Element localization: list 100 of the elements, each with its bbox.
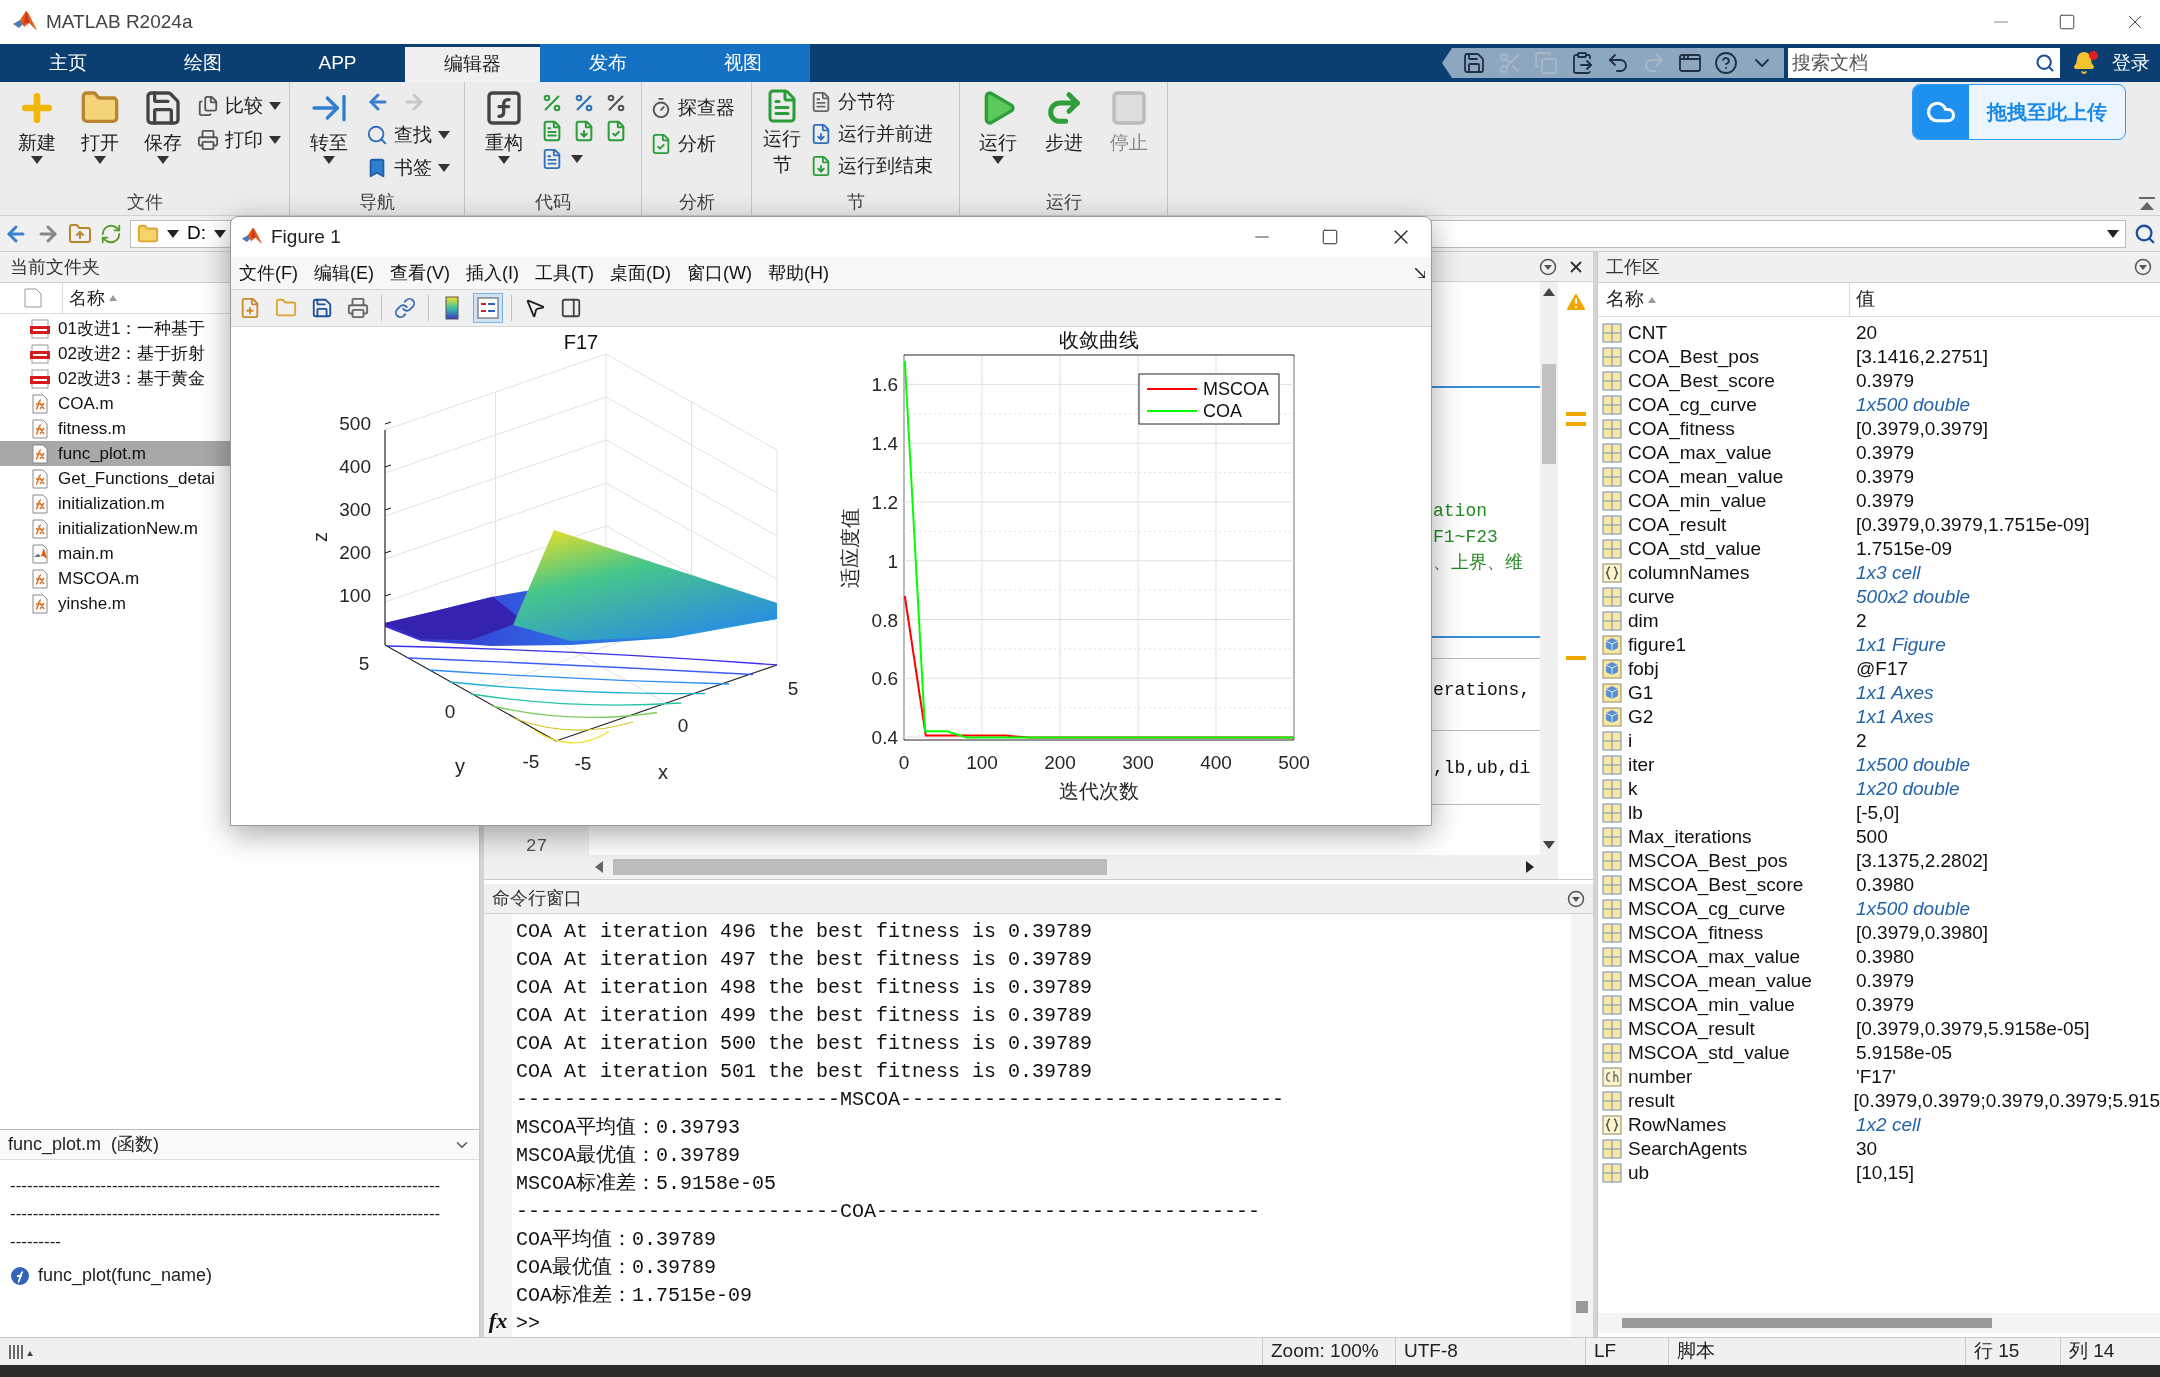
variable-value: 1x500 double: [1855, 896, 1971, 921]
variable-value: [3.1375,2.2802]: [1855, 848, 1989, 873]
tick-label: 0: [898, 752, 910, 773]
axis-label: y: [455, 755, 465, 777]
tick-label: 1.4: [871, 433, 898, 455]
console-line: COA At iteration 498 the best fitness is 0.39789: [516, 975, 1094, 1001]
code-text: F1~F23: [1433, 525, 1498, 549]
code-text: erations,: [1433, 678, 1531, 702]
variable-name: ub: [1628, 1160, 1650, 1185]
variable-value: [3.1416,2.2751]: [1855, 344, 1989, 369]
variable-value: 'F17': [1855, 1064, 1896, 1089]
console-line: COA平均值：0.39789: [516, 1227, 718, 1253]
tick-label: 100: [339, 585, 371, 606]
variable-value: 1x20 double: [1855, 776, 1960, 801]
variable-value: @F17: [1855, 656, 1909, 681]
variable-value: 0.3979: [1855, 464, 1915, 489]
variable-name: COA_Best_pos: [1628, 344, 1759, 370]
window-title: MATLAB R2024a: [46, 9, 193, 34]
ribbon-group-label: 文件: [126, 191, 163, 213]
code-text: ation: [1433, 499, 1487, 523]
chart-title: 收敛曲线: [1059, 329, 1139, 351]
console-line: MSCOA标准差：5.9158e-05: [516, 1171, 778, 1197]
tick-label: 1.6: [871, 374, 898, 396]
variable-name: COA_fitness: [1628, 416, 1735, 442]
variable-name: lb: [1628, 800, 1643, 825]
variable-value: 0.3979: [1855, 992, 1915, 1017]
tick-label: 500: [1278, 752, 1310, 773]
variable-value: 0.3979: [1855, 440, 1915, 465]
plot-title: F17: [563, 331, 599, 353]
tick-label: 0.6: [871, 668, 898, 690]
variable-name: COA_max_value: [1628, 440, 1772, 466]
console-line: COA At iteration 500 the best fitness is 0.39789: [516, 1031, 1094, 1057]
console-line: ---------------------------COA--------------------------------: [516, 1199, 1262, 1225]
window-title: Figure 1: [271, 224, 341, 249]
function-prompt-icon: fx: [488, 1307, 508, 1335]
variable-value: 2: [1855, 728, 1867, 753]
variable-name: MSCOA_Best_score: [1628, 872, 1804, 898]
variable-name: COA_min_value: [1628, 488, 1767, 514]
console-line: ---------------------------MSCOA--------------------------------: [516, 1087, 1286, 1113]
variable-value: [10,15]: [1855, 1160, 1915, 1185]
console-line: COA标准差：1.7515e-09: [516, 1283, 754, 1309]
console-line: COA At iteration 499 the best fitness is 0.39789: [516, 1003, 1094, 1029]
legend-label: MSCOA: [1203, 379, 1269, 399]
panel-title: 工作区: [1606, 255, 1661, 279]
variable-value: 2: [1855, 608, 1867, 633]
variable-value: 0.3980: [1855, 872, 1915, 897]
variable-value: 1x1 Axes: [1855, 704, 1934, 729]
variable-value: 1x500 double: [1855, 392, 1971, 417]
variable-name: fobj: [1628, 656, 1659, 681]
axis-label: z: [309, 532, 331, 542]
variable-name: iter: [1628, 752, 1655, 777]
tick-label: 400: [1200, 752, 1232, 773]
variable-value: 1x500 double: [1855, 752, 1971, 777]
tick-label: 200: [1044, 752, 1076, 773]
variable-name: dim: [1628, 608, 1659, 633]
variable-value: 0.3979: [1855, 488, 1915, 513]
details-title: func_plot.m (函数): [8, 1133, 161, 1157]
tick-label: 5: [358, 653, 370, 674]
tick-label: 0.4: [871, 727, 898, 749]
console-line: COA At iteration 497 the best fitness is 0.39789: [516, 947, 1094, 973]
variable-name: COA_std_value: [1628, 536, 1762, 562]
variable-value: 0.3979: [1855, 368, 1915, 393]
panel-title: 当前文件夹: [10, 255, 100, 279]
variable-name: k: [1628, 776, 1638, 801]
variable-name: number: [1628, 1064, 1693, 1089]
tick-label: 5: [787, 678, 799, 699]
variable-name: COA_mean_value: [1628, 464, 1784, 490]
tick-label: 1.2: [871, 491, 898, 513]
variable-value: 30: [1855, 1136, 1878, 1161]
variable-name: MSCOA_std_value: [1628, 1040, 1790, 1066]
variable-name: MSCOA_cg_curve: [1628, 896, 1786, 922]
axis-label: 适应度值: [839, 507, 861, 588]
variable-value: [-5,0]: [1855, 800, 1900, 825]
console-line: COA At iteration 496 the best fitness is 0.39789: [516, 919, 1094, 945]
tick-label: -5: [522, 751, 540, 772]
ribbon-group-label: 导航: [359, 191, 395, 213]
variable-name: curve: [1628, 584, 1675, 609]
variable-value: [0.3979,0.3979;0.3979,0.3979;5.915: [1852, 1088, 2160, 1113]
panel-title: 命令行窗口: [492, 887, 583, 910]
variable-value: 0.3979: [1855, 968, 1915, 993]
variable-value: 500x2 double: [1855, 584, 1971, 609]
variable-value: 1x1 Axes: [1855, 680, 1934, 705]
variable-name: MSCOA_min_value: [1628, 992, 1795, 1018]
comment-line: ----------------------------------------------------------------------------: [10, 1203, 442, 1225]
variable-name: COA_Best_score: [1628, 368, 1775, 394]
variable-name: MSCOA_max_value: [1628, 944, 1801, 970]
variable-name: MSCOA_result: [1628, 1016, 1755, 1042]
legend-label: COA: [1203, 401, 1242, 421]
ribbon-group-label: 代码: [535, 191, 571, 213]
tick-label: 300: [1122, 752, 1154, 773]
variable-name: columnNames: [1628, 560, 1750, 585]
variable-value: 1.7515e-09: [1855, 536, 1953, 561]
variable-name: MSCOA_mean_value: [1628, 968, 1812, 994]
console-line: MSCOA最优值：0.39789: [516, 1143, 742, 1169]
code-text: ,lb,ub,di: [1433, 756, 1531, 780]
tick-label: 0.8: [871, 609, 898, 631]
variable-name: Max_iterations: [1628, 824, 1752, 850]
variable-value: 500: [1855, 824, 1888, 849]
variable-name: MSCOA_Best_pos: [1628, 848, 1788, 874]
variable-value: 20: [1855, 320, 1878, 345]
